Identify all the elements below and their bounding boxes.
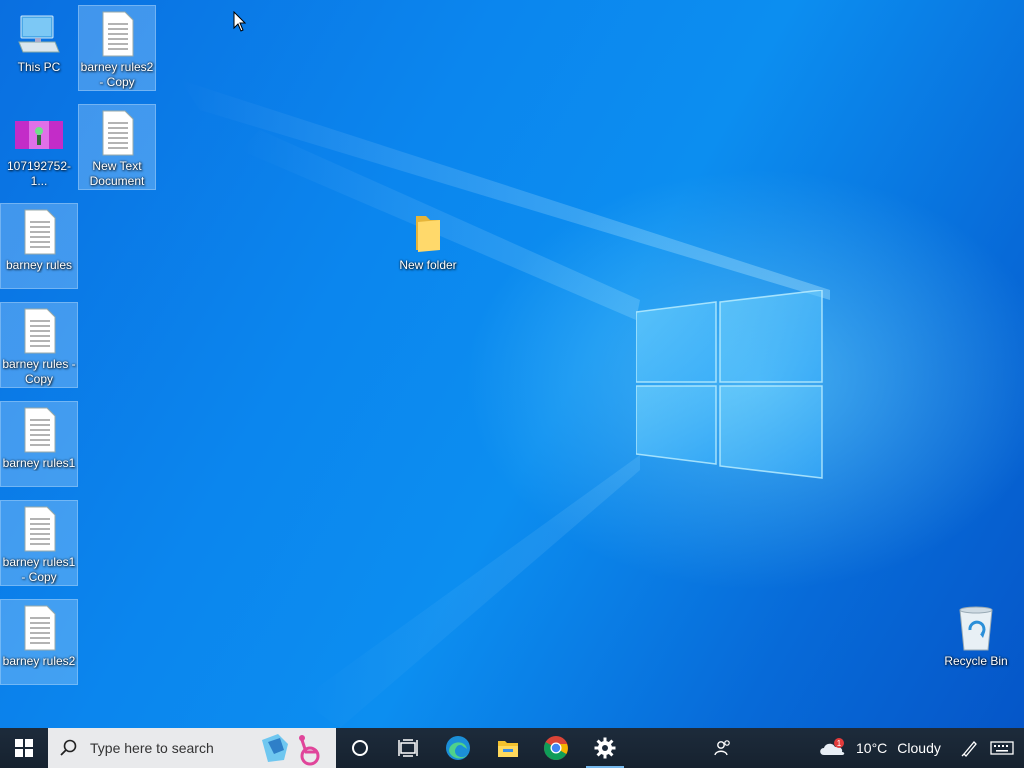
folder-icon	[498, 741, 518, 757]
windows-logo-wallpaper	[636, 290, 823, 479]
image-thumbnail-icon	[15, 121, 63, 149]
text-file-icon	[24, 605, 56, 651]
desktop-icon-this-pc[interactable]: This PC	[1, 6, 77, 90]
desktop-icon-barney-rules[interactable]: barney rules	[0, 203, 78, 289]
people-icon	[714, 740, 730, 756]
taskbar-chrome[interactable]	[532, 728, 580, 768]
gear-icon	[594, 737, 616, 759]
text-file-icon	[24, 407, 56, 453]
desktop-icon-new-text-document[interactable]: New Text Document	[78, 104, 156, 190]
search-placeholder: Type here to search	[90, 740, 214, 756]
taskbar: Type here to search 1 10°C Cloudy	[0, 728, 1024, 768]
search-highlight-illustration-icon	[262, 734, 320, 766]
weather-widget[interactable]: 1 10°C Cloudy	[818, 728, 941, 768]
recycle-bin-icon	[959, 606, 993, 651]
pen-workspace-button[interactable]	[956, 728, 984, 768]
computer-icon	[18, 15, 60, 53]
weather-temperature: 10°C	[856, 740, 888, 756]
text-file-icon	[102, 110, 134, 156]
cloud-icon: 1	[820, 738, 845, 755]
task-view-icon	[398, 739, 418, 757]
text-file-icon	[102, 11, 134, 57]
desktop-icon-barney-rules2[interactable]: barney rules2	[0, 599, 78, 685]
taskbar-settings[interactable]	[582, 728, 628, 768]
text-file-icon	[24, 506, 56, 552]
search-icon	[60, 739, 77, 756]
keyboard-icon	[990, 741, 1014, 755]
taskbar-search-box[interactable]: Type here to search	[48, 728, 336, 768]
edge-icon	[446, 736, 470, 760]
taskbar-edge[interactable]	[434, 728, 482, 768]
desktop-icon-barney-rules2-copy[interactable]: barney rules2 - Copy	[78, 5, 156, 91]
text-file-icon	[24, 209, 56, 255]
desktop-icon-barney-rules-copy[interactable]: barney rules - Copy	[0, 302, 78, 388]
windows-start-icon	[15, 739, 33, 757]
chrome-icon	[544, 736, 568, 761]
taskbar-file-explorer[interactable]	[484, 728, 532, 768]
desktop-icon-new-folder[interactable]: New folder	[390, 204, 466, 288]
cortana-button[interactable]	[336, 728, 384, 768]
mouse-cursor-icon	[233, 11, 247, 32]
desktop-icon-barney-rules1-copy[interactable]: barney rules1 - Copy	[0, 500, 78, 586]
desktop[interactable]: This PC barney rules2 - Copy 107192752-1…	[0, 0, 1024, 728]
circle-icon	[352, 740, 368, 756]
start-button[interactable]	[0, 728, 48, 768]
desktop-icon-barney-rules1[interactable]: barney rules1	[0, 401, 78, 487]
people-button[interactable]	[702, 728, 744, 768]
touch-keyboard-button[interactable]	[986, 728, 1018, 768]
desktop-icon-recycle-bin[interactable]: Recycle Bin	[936, 600, 1016, 684]
task-view-button[interactable]	[384, 728, 432, 768]
pen-icon	[961, 741, 977, 757]
weather-badge: 1	[837, 739, 842, 748]
desktop-icon-image-file[interactable]: 107192752-1...	[1, 105, 77, 189]
text-file-icon	[24, 308, 56, 354]
weather-condition: Cloudy	[897, 740, 941, 756]
folder-icon	[416, 216, 440, 252]
